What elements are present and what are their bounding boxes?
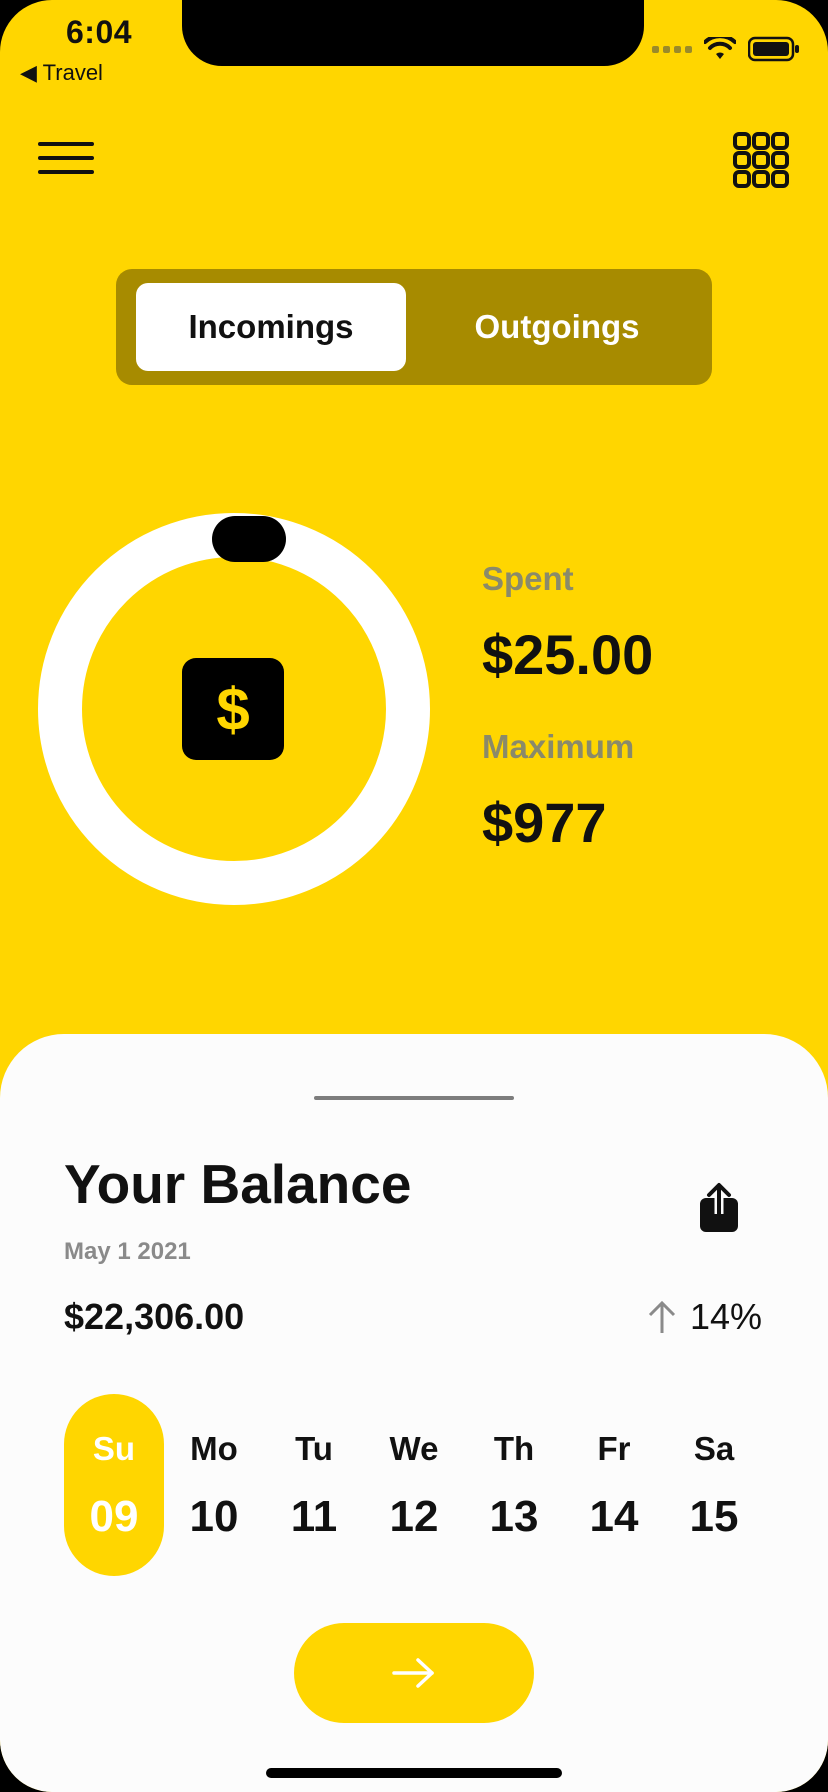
status-time: 6:04	[66, 14, 133, 50]
day-sunday[interactable]: Su 09	[64, 1394, 164, 1576]
balance-sheet: Your Balance May 1 2021 $22,306.00 14% S…	[0, 1034, 828, 1792]
dollar-icon: $	[182, 658, 284, 760]
ring-progress-handle	[212, 516, 286, 562]
change-percent: 14%	[689, 1296, 762, 1337]
day-number: 13	[489, 1492, 539, 1541]
tab-incomings[interactable]: Incomings	[136, 283, 406, 371]
day-saturday[interactable]: Sa 15	[664, 1394, 764, 1576]
day-thursday[interactable]: Th 13	[464, 1394, 564, 1576]
balance-title: Your Balance	[64, 1153, 412, 1215]
day-number: 10	[189, 1492, 239, 1541]
share-icon[interactable]	[698, 1182, 740, 1234]
battery-icon	[748, 36, 800, 62]
day-number: 15	[689, 1492, 739, 1541]
next-button[interactable]	[294, 1623, 534, 1723]
balance-amount: $22,306.00	[64, 1296, 245, 1337]
spent-value: $25.00	[482, 623, 654, 686]
maximum-value: $977	[482, 791, 607, 854]
day-name: Mo	[190, 1430, 238, 1467]
day-name: Fr	[597, 1430, 631, 1467]
grid-icon[interactable]	[733, 132, 789, 188]
balance-change: 14%	[648, 1296, 762, 1338]
day-number: 14	[589, 1492, 639, 1541]
menu-icon-line	[38, 156, 94, 160]
signal-icon	[652, 45, 692, 53]
day-number: 09	[89, 1492, 139, 1541]
arrow-right-icon	[392, 1658, 434, 1688]
wifi-icon	[704, 37, 736, 61]
menu-icon-line	[38, 142, 94, 146]
back-to-app-link[interactable]: ◀ Travel	[20, 60, 103, 86]
status-indicators	[652, 36, 800, 62]
segmented-control: Incomings Outgoings	[116, 269, 712, 385]
day-friday[interactable]: Fr 14	[564, 1394, 664, 1576]
day-monday[interactable]: Mo 10	[164, 1394, 264, 1576]
sheet-grabber[interactable]	[314, 1096, 514, 1100]
day-name: Su	[92, 1430, 136, 1467]
arrow-up-icon	[648, 1300, 675, 1333]
day-number: 12	[389, 1492, 439, 1541]
app-screen: 6:04 ◀ Travel Incomings Outgoings $ Spen…	[0, 0, 828, 1792]
day-number: 11	[290, 1492, 338, 1541]
day-tuesday[interactable]: Tu 11	[264, 1394, 364, 1576]
menu-button[interactable]	[38, 142, 94, 178]
day-wednesday[interactable]: We 12	[364, 1394, 464, 1576]
notch	[182, 0, 644, 66]
maximum-label: Maximum	[482, 728, 635, 765]
spent-label: Spent	[482, 560, 574, 597]
tab-outgoings[interactable]: Outgoings	[422, 283, 692, 371]
menu-icon-line	[38, 170, 94, 174]
balance-date: May 1 2021	[64, 1238, 191, 1265]
day-name: Sa	[693, 1430, 735, 1467]
week-selector: Su 09 Mo 10 Tu 11 We 12 Th 13 Fr 14 Sa 1…	[64, 1394, 764, 1576]
day-name: Tu	[295, 1430, 333, 1467]
home-indicator[interactable]	[266, 1768, 562, 1778]
day-name: We	[389, 1430, 439, 1467]
day-name: Th	[493, 1430, 535, 1467]
